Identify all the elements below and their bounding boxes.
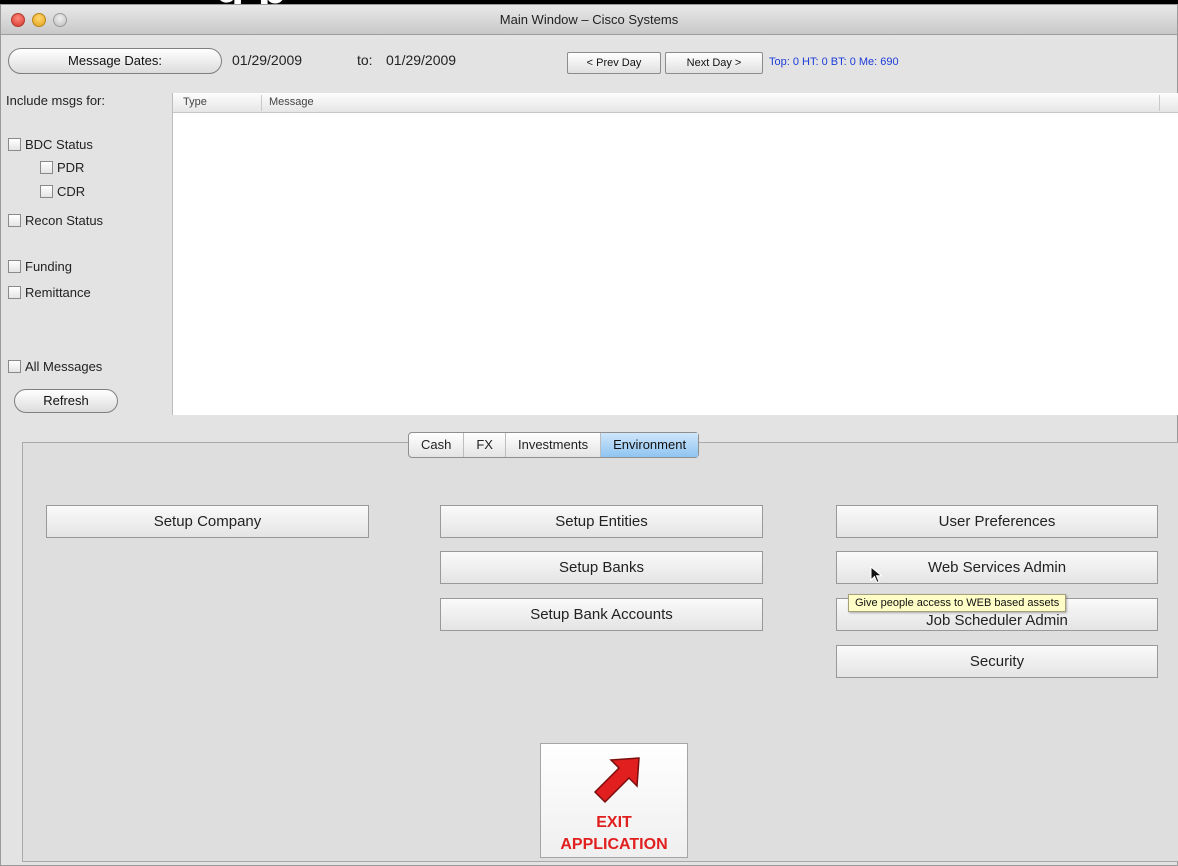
setup-banks-button[interactable]: Setup Banks [440, 551, 763, 584]
table-header: Type Message [173, 93, 1178, 113]
exit-label: EXIT APPLICATION [541, 812, 687, 856]
all-messages-label: All Messages [25, 359, 103, 374]
checkbox-icon [8, 214, 21, 227]
pdr-label: PDR [57, 160, 85, 175]
column-header-message[interactable]: Message [269, 96, 314, 108]
exit-application-button[interactable]: EXIT APPLICATION [540, 743, 688, 858]
tab-investments[interactable]: Investments [506, 433, 602, 457]
tab-fx[interactable]: FX [464, 433, 506, 457]
remittance-checkbox[interactable]: Remittance [8, 285, 91, 303]
security-button[interactable]: Security [836, 645, 1158, 678]
bdc-status-checkbox[interactable]: BDC Status [8, 137, 93, 155]
prev-day-button[interactable]: < Prev Day [567, 52, 661, 74]
exit-label-line1: EXIT [596, 814, 632, 831]
message-table[interactable]: Type Message [172, 93, 1178, 415]
setup-entities-button[interactable]: Setup Entities [440, 505, 763, 538]
all-messages-checkbox[interactable]: All Messages [8, 359, 102, 377]
include-msgs-label: Include msgs for: [6, 93, 105, 108]
setup-bank-accounts-button[interactable]: Setup Bank Accounts [440, 598, 763, 631]
title-bar[interactable]: Main Window – Cisco Systems [1, 5, 1177, 35]
column-divider [261, 95, 262, 111]
column-divider [1159, 95, 1160, 111]
cdr-label: CDR [57, 184, 86, 199]
checkbox-icon [8, 286, 21, 299]
message-stats: Top: 0 HT: 0 BT: 0 Me: 690 [769, 56, 899, 68]
checkbox-icon [40, 185, 53, 198]
recon-status-label: Recon Status [25, 213, 104, 228]
refresh-button[interactable]: Refresh [14, 389, 118, 413]
date-to-field[interactable]: 01/29/2009 [386, 52, 456, 68]
tooltip: Give people access to WEB based assets [848, 594, 1067, 612]
checkbox-icon [40, 161, 53, 174]
tab-environment[interactable]: Environment [601, 433, 699, 457]
window-title: Main Window – Cisco Systems [499, 12, 679, 27]
column-header-type[interactable]: Type [183, 96, 207, 108]
funding-checkbox[interactable]: Funding [8, 259, 72, 277]
bdc-status-label: BDC Status [25, 137, 93, 152]
message-dates-button[interactable]: Message Dates: [8, 48, 222, 74]
user-preferences-button[interactable]: User Preferences [836, 505, 1158, 538]
web-services-admin-button[interactable]: Web Services Admin [836, 551, 1158, 584]
setup-company-button[interactable]: Setup Company [46, 505, 369, 538]
date-from-field[interactable]: 01/29/2009 [232, 52, 302, 68]
exit-arrow-icon [593, 757, 640, 804]
checkbox-icon [8, 138, 21, 151]
checkbox-icon [8, 260, 21, 273]
pdr-checkbox[interactable]: PDR [40, 160, 84, 178]
remittance-label: Remittance [25, 285, 91, 300]
mouse-pointer-icon [870, 566, 883, 584]
checkbox-icon [8, 360, 21, 373]
date-to-label: to: [357, 52, 373, 68]
funding-label: Funding [25, 259, 72, 274]
recon-status-checkbox[interactable]: Recon Status [8, 213, 103, 231]
exit-label-line2: APPLICATION [560, 836, 668, 853]
tab-cash[interactable]: Cash [409, 433, 465, 457]
cdr-checkbox[interactable]: CDR [40, 184, 85, 202]
tab-bar: Cash FX Investments Environment [408, 432, 700, 458]
next-day-button[interactable]: Next Day > [665, 52, 763, 74]
